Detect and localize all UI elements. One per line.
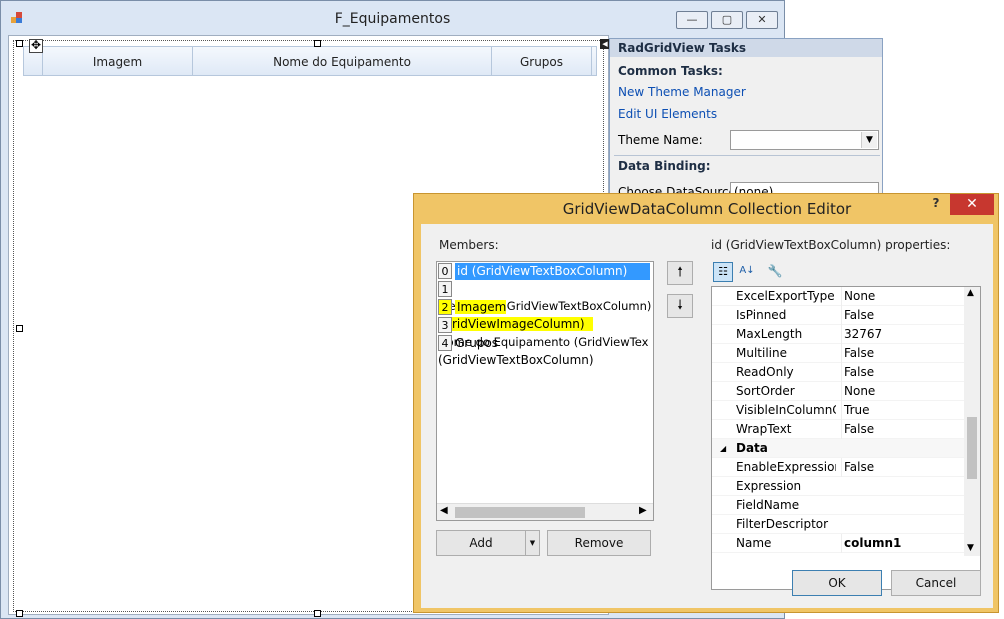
member-item-1[interactable]: 1idempresa (GridViewTextBoxColumn) — [438, 281, 652, 313]
property-row[interactable]: EnableExpressionEdFalse — [712, 458, 964, 477]
resize-handle-bl[interactable] — [16, 610, 23, 617]
property-row[interactable]: Multiline False — [712, 344, 964, 363]
dialog-close-button[interactable]: ✕ — [950, 194, 994, 215]
member-text: id (GridViewTextBoxColumn) — [455, 263, 650, 280]
arrow-up-icon: 🠕 — [677, 265, 683, 280]
help-button[interactable]: ? — [926, 196, 946, 214]
alphabetical-sort-icon[interactable]: A↓ — [737, 262, 757, 282]
member-index: 2 — [438, 299, 452, 315]
tasks-divider — [614, 155, 880, 156]
grid-column-header-imagem[interactable]: Imagem — [43, 47, 193, 75]
property-row[interactable]: FilterDescriptor — [712, 515, 964, 534]
property-category-data[interactable]: ◢ Data — [712, 439, 964, 458]
dialog-body: Members: 0 id (GridViewTextBoxColumn) 1id… — [421, 224, 993, 608]
property-row[interactable]: Expression — [712, 477, 964, 496]
property-grid[interactable]: ExcelExportType None IsPinned False MaxLen… — [711, 286, 981, 590]
resize-handle-ml[interactable] — [16, 325, 23, 332]
properties-wrench-icon[interactable]: 🔧 — [765, 262, 785, 282]
edit-ui-elements-link[interactable]: Edit UI Elements — [618, 107, 717, 121]
members-listbox[interactable]: 0 id (GridViewTextBoxColumn) 1idempresa (… — [436, 261, 654, 521]
scrollbar-thumb[interactable] — [967, 417, 977, 479]
minimize-button[interactable]: — — [676, 11, 708, 29]
scrollbar-thumb[interactable] — [455, 507, 585, 518]
move-up-button[interactable]: 🠕 — [667, 261, 693, 285]
property-grid-vertical-scrollbar[interactable]: ▲ ▼ — [964, 287, 980, 556]
member-index: 4 — [438, 335, 452, 351]
grid-column-header-nome[interactable]: Nome do Equipamento — [193, 47, 492, 75]
properties-toolbar: ☷ A↓ 🔧 — [711, 260, 981, 284]
property-row[interactable]: FieldName — [712, 496, 964, 515]
arrow-down-icon: 🠗 — [677, 298, 683, 313]
resize-handle-tc[interactable] — [314, 40, 321, 47]
member-index: 1 — [438, 281, 452, 297]
tasks-title: RadGridView Tasks — [610, 39, 882, 57]
common-tasks-heading: Common Tasks: — [618, 64, 723, 78]
scroll-left-icon[interactable]: ◀ — [440, 505, 448, 516]
add-button-label: Add — [469, 536, 493, 550]
resize-handle-bc[interactable] — [314, 610, 321, 617]
theme-name-label: Theme Name: — [618, 133, 703, 147]
data-binding-heading: Data Binding: — [618, 159, 711, 173]
remove-button[interactable]: Remove — [547, 530, 651, 556]
grid-header-row: Imagem Nome do Equipamento Grupos — [23, 46, 597, 76]
scroll-up-icon[interactable]: ▲ — [967, 288, 974, 298]
scroll-right-icon[interactable]: ▶ — [639, 505, 647, 516]
property-row[interactable]: ReadOnly False — [712, 363, 964, 382]
collection-editor-dialog: GridViewDataColumn Collection Editor ? ✕… — [413, 193, 999, 613]
theme-name-select[interactable]: ▼ — [730, 130, 879, 150]
grid-column-header-grupos[interactable]: Grupos — [492, 47, 592, 75]
member-item-2[interactable]: 2 Imagem (GridViewImageColumn) — [438, 299, 652, 331]
properties-label: id (GridViewTextBoxColumn) properties: — [711, 238, 951, 252]
property-row[interactable]: MaxLength 32767 — [712, 325, 964, 344]
categorized-view-icon[interactable]: ☷ — [713, 262, 733, 282]
new-theme-manager-link[interactable]: New Theme Manager — [618, 85, 746, 99]
member-text: Grupos (GridViewTextBoxColumn) — [438, 336, 594, 367]
cancel-button[interactable]: Cancel — [891, 570, 981, 596]
form-title: F_Equipamentos — [334, 11, 451, 27]
move-handle-icon[interactable]: ✥ — [29, 39, 43, 53]
add-button[interactable]: Add ▼ — [436, 530, 540, 556]
radgridview-tasks-panel: RadGridView Tasks Common Tasks: New Them… — [609, 38, 883, 203]
scroll-down-icon[interactable]: ▼ — [967, 543, 974, 553]
close-button[interactable]: ✕ — [746, 11, 778, 29]
resize-handle-tl[interactable] — [16, 40, 23, 47]
members-horizontal-scrollbar[interactable]: ◀ ▶ — [437, 503, 653, 520]
property-row[interactable]: ExcelExportType None — [712, 287, 964, 306]
member-index: 0 — [438, 263, 452, 279]
ok-button[interactable]: OK — [792, 570, 882, 596]
property-row[interactable]: Name column1 — [712, 534, 964, 553]
property-row[interactable]: SortOrder None — [712, 382, 964, 401]
dialog-title: GridViewDataColumn Collection Editor — [562, 200, 852, 218]
member-item-4[interactable]: 4 Grupos (GridViewTextBoxColumn) — [438, 335, 652, 367]
property-row[interactable]: IsPinned False — [712, 306, 964, 325]
collapse-triangle-icon[interactable]: ◢ — [720, 439, 726, 458]
chevron-down-icon: ▼ — [861, 132, 877, 148]
property-row[interactable]: WrapText False — [712, 420, 964, 439]
add-dropdown-chevron-icon[interactable]: ▼ — [525, 531, 539, 555]
property-row[interactable]: VisibleInColumnChTrue — [712, 401, 964, 420]
members-label: Members: — [439, 238, 499, 252]
member-item-3[interactable]: 3Nome do Equipamento (GridViewTex — [438, 317, 652, 349]
member-index: 3 — [438, 317, 452, 333]
member-item-0[interactable]: 0 id (GridViewTextBoxColumn) — [438, 263, 652, 280]
maximize-button[interactable]: ▢ — [711, 11, 743, 29]
move-down-button[interactable]: 🠗 — [667, 294, 693, 318]
